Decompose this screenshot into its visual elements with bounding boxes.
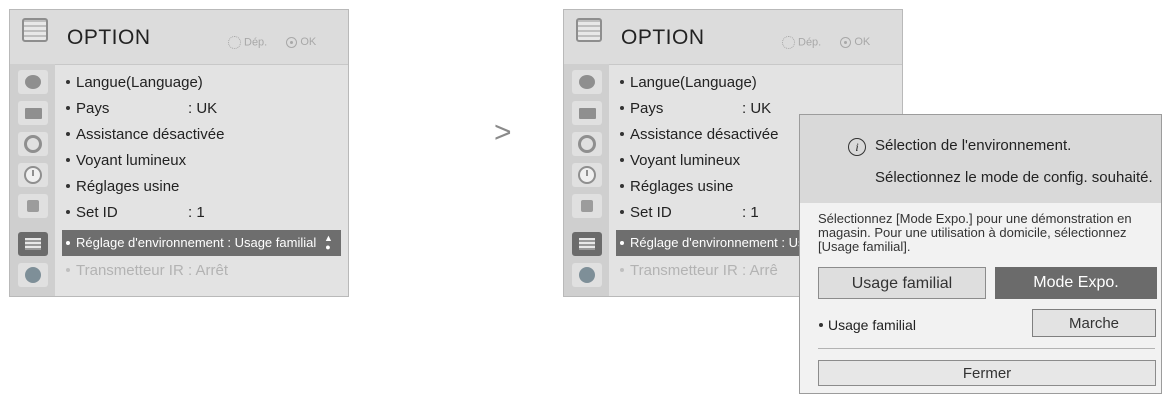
environment-popup: i Sélection de l'environnement. Sélectio… (799, 114, 1162, 394)
nav-move-label: Dép. (798, 36, 822, 49)
option-icon (25, 238, 41, 250)
setting-row-label: Usage familial (818, 317, 916, 333)
menu-item-set-id[interactable]: Set ID: 1 (62, 200, 348, 226)
marche-button[interactable]: Marche (1032, 309, 1156, 337)
popup-divider (818, 348, 1155, 349)
popup-header: i Sélection de l'environnement. Sélectio… (800, 115, 1161, 203)
ok-button-icon (840, 37, 852, 48)
sidebar-option-icon[interactable] (572, 232, 602, 256)
menu-item-language[interactable]: Langue(Language) (616, 70, 902, 96)
sidebar-setup-icon[interactable] (572, 70, 602, 94)
speaker-icon (578, 135, 596, 153)
tv-icon (578, 107, 596, 119)
nav-ok-label: OK (300, 36, 317, 49)
sidebar-time-icon[interactable] (572, 163, 602, 187)
clock-icon (578, 166, 596, 184)
menu-item-ir-transmitter: Transmetteur IR: Arrêt (62, 258, 348, 284)
option-icon (579, 238, 595, 250)
category-sidebar (564, 64, 609, 296)
sidebar-network-icon[interactable] (18, 263, 48, 287)
sidebar-picture-icon[interactable] (572, 101, 602, 125)
nav-hint: Dép. OK (782, 36, 870, 49)
up-down-arrow-icon: ▲ ● (324, 233, 333, 252)
sidebar-picture-icon[interactable] (18, 101, 48, 125)
close-button[interactable]: Fermer (818, 360, 1156, 386)
nav-move-label: Dép. (244, 36, 268, 49)
sidebar-network-icon[interactable] (572, 263, 602, 287)
usage-familial-button[interactable]: Usage familial (818, 267, 986, 299)
option-category-icon (576, 18, 602, 42)
menu-header: OPTION Dép. OK (10, 10, 348, 65)
sidebar-lock-icon[interactable] (572, 194, 602, 218)
sidebar-setup-icon[interactable] (18, 70, 48, 94)
menu-item-assistance[interactable]: Assistance désactivée (62, 122, 348, 148)
popup-title: Sélection de l'environnement. (875, 137, 1072, 154)
speaker-icon (24, 135, 42, 153)
nav-hint: Dép. OK (228, 36, 316, 49)
transition-arrow-icon: > (494, 116, 511, 149)
lock-icon (581, 200, 593, 212)
category-sidebar (10, 64, 55, 296)
menu-title: OPTION (67, 26, 151, 49)
sidebar-audio-icon[interactable] (18, 132, 48, 156)
sidebar-lock-icon[interactable] (18, 194, 48, 218)
option-category-icon (22, 18, 48, 42)
menu-item-country[interactable]: Pays: UK (62, 96, 348, 122)
sidebar-audio-icon[interactable] (572, 132, 602, 156)
network-icon (579, 267, 595, 283)
globe-icon (579, 75, 595, 89)
lock-icon (27, 200, 39, 212)
mode-expo-button[interactable]: Mode Expo. (995, 267, 1157, 299)
menu-header: OPTION Dép. OK (564, 10, 902, 65)
menu-title: OPTION (621, 26, 705, 49)
menu-item-factory-reset[interactable]: Réglages usine (62, 174, 348, 200)
popup-description: Sélectionnez [Mode Expo.] pour une démon… (818, 211, 1132, 254)
option-menu-left: OPTION Dép. OK Langue(Language) Pays: UK… (9, 9, 349, 297)
ok-button-icon (286, 37, 298, 48)
popup-subtitle: Sélectionnez le mode de config. souhaité… (875, 169, 1153, 186)
dpad-icon (782, 36, 795, 49)
menu-item-power-indicator[interactable]: Voyant lumineux (62, 148, 348, 174)
menu-item-language[interactable]: Langue(Language) (62, 70, 348, 96)
dpad-icon (228, 36, 241, 49)
menu-item-environment-selected[interactable]: Réglage d'environnement : Usage familial… (62, 230, 341, 256)
sidebar-option-icon[interactable] (18, 232, 48, 256)
globe-icon (25, 75, 41, 89)
tv-icon (24, 107, 42, 119)
network-icon (25, 267, 41, 283)
clock-icon (24, 166, 42, 184)
sidebar-time-icon[interactable] (18, 163, 48, 187)
info-icon: i (848, 138, 866, 156)
nav-ok-label: OK (854, 36, 871, 49)
